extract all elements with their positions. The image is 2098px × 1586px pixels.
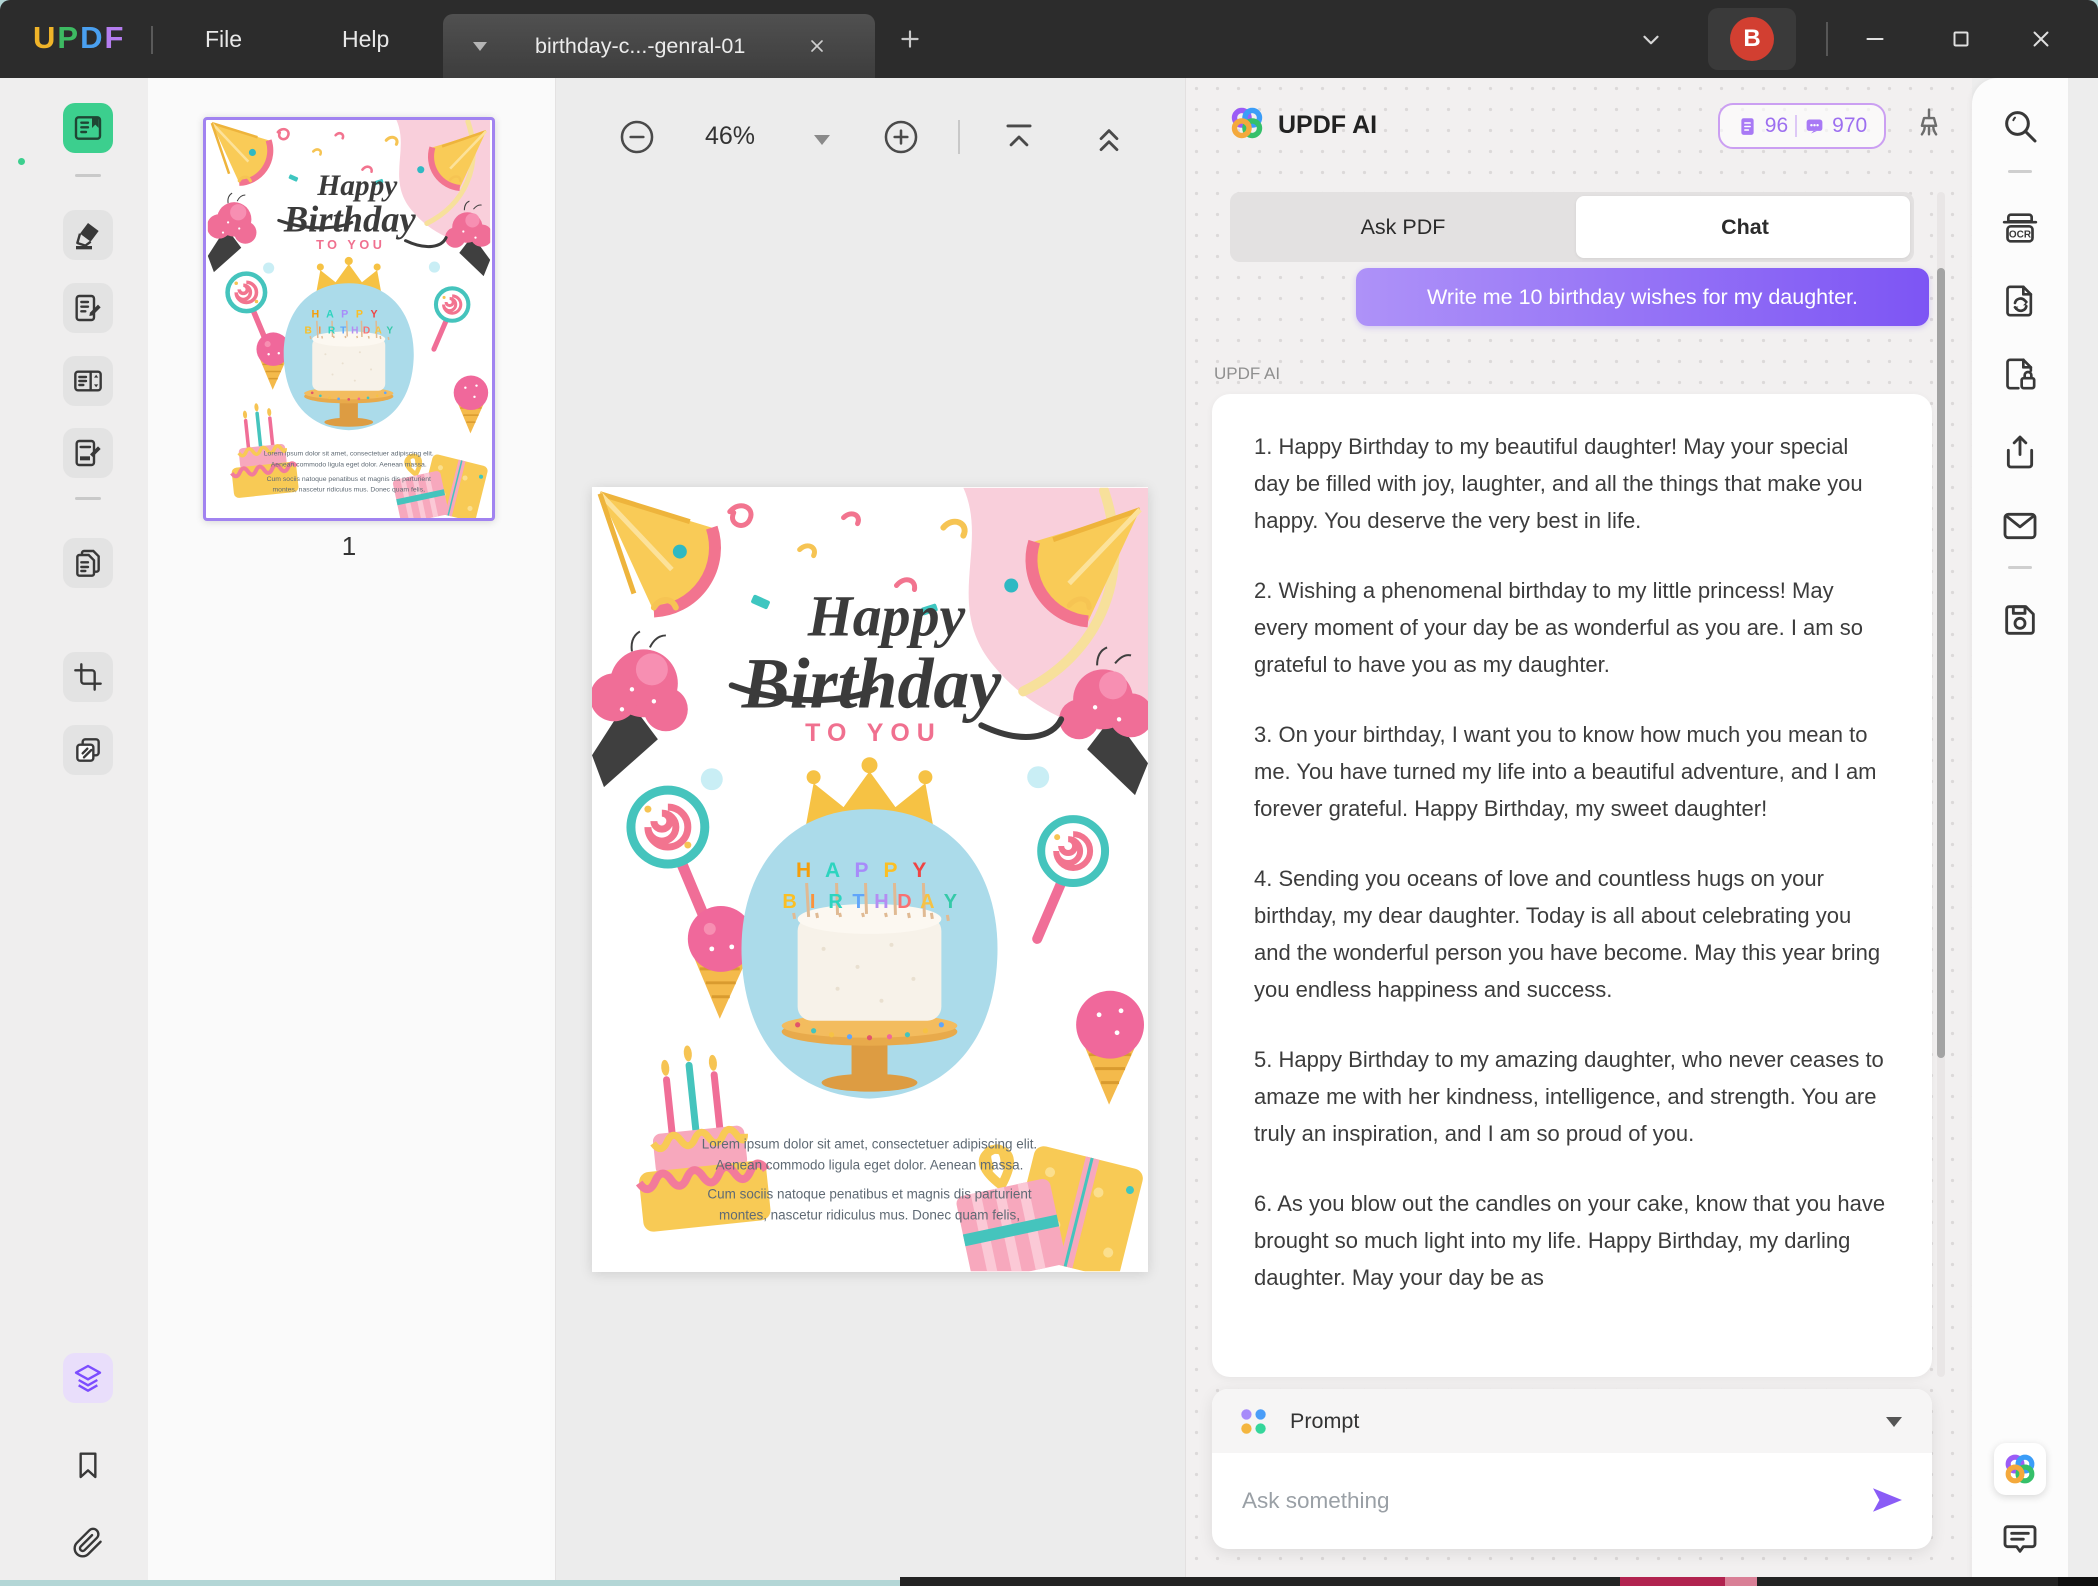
menu-file[interactable]: File [205, 0, 242, 78]
tab-chat[interactable]: Chat [1576, 192, 1914, 262]
title-bar: UPDF File Help birthday-c...-genral-01 B [0, 0, 2098, 78]
search-icon[interactable] [2000, 106, 2040, 146]
send-icon[interactable] [1870, 1485, 1906, 1515]
response-paragraph: 4. Sending you oceans of love and countl… [1254, 860, 1888, 1008]
minimize-button[interactable] [1862, 26, 1888, 52]
taskbar-red-segment [1620, 1577, 1725, 1586]
prompt-selector[interactable]: Prompt [1212, 1389, 1932, 1453]
updf-ai-panel: UPDF AI 96 970 Ask PDF Chat Write me 10 … [1185, 78, 1972, 1580]
updf-app-window: UPDF File Help birthday-c...-genral-01 B [0, 0, 2098, 1586]
badge-divider [1795, 115, 1797, 137]
document-canvas: 46% [556, 78, 1185, 1580]
toolbar-divider [2008, 566, 2032, 569]
protect-pdf-icon[interactable] [2000, 354, 2040, 394]
taskbar-pink-segment [1725, 1577, 1757, 1586]
save-icon[interactable] [2000, 600, 2040, 640]
prompt-dropdown-icon[interactable] [1886, 1417, 1902, 1427]
chat-credits-count: 970 [1832, 114, 1867, 138]
updf-ai-logo-icon [1228, 104, 1266, 142]
ocr-icon[interactable]: OCR [2000, 208, 2040, 248]
background-taskbar-sliver [900, 1577, 2098, 1586]
updf-ai-floating-button[interactable] [1994, 1443, 2046, 1495]
email-icon[interactable] [2000, 506, 2040, 546]
share-icon[interactable] [2000, 432, 2040, 472]
menu-help[interactable]: Help [342, 0, 389, 78]
taskbar-dark-segment [2058, 1577, 2098, 1586]
prompt-apps-icon [1240, 1408, 1267, 1435]
avatar[interactable]: B [1730, 17, 1774, 61]
zoom-in-icon[interactable] [882, 118, 920, 156]
organize-layers-icon[interactable] [63, 1353, 113, 1403]
annotate-note-icon[interactable] [63, 283, 113, 333]
ai-response-text: 1. Happy Birthday to my beautiful daught… [1212, 394, 1932, 1296]
attachment-icon[interactable] [63, 1518, 113, 1568]
prompt-label: Prompt [1290, 1389, 1359, 1453]
response-paragraph: 6. As you blow out the candles on your c… [1254, 1185, 1888, 1296]
pdf-page[interactable] [592, 487, 1148, 1272]
comment-icon[interactable] [2000, 1520, 2040, 1560]
toolbar-divider [75, 497, 101, 500]
ai-response-card: 1. Happy Birthday to my beautiful daught… [1212, 394, 1932, 1377]
toolbar-divider [2008, 170, 2032, 173]
zoom-level[interactable]: 46% [684, 122, 776, 151]
titlebar-divider [151, 26, 153, 54]
response-paragraph: 2. Wishing a phenomenal birthday to my l… [1254, 572, 1888, 683]
maximize-button[interactable] [1948, 26, 1974, 52]
ai-mode-tabs: Ask PDF Chat [1230, 192, 1914, 262]
response-paragraph: 3. On your birthday, I want you to know … [1254, 716, 1888, 827]
prompt-input-card: Prompt [1212, 1389, 1932, 1549]
document-credits-icon [1737, 116, 1758, 137]
toolbar-divider [958, 120, 960, 154]
left-toolbar [0, 78, 148, 1580]
main-area: 1 46% UPDF AI 96 970 [0, 78, 2098, 1580]
tab-ask-pdf[interactable]: Ask PDF [1230, 192, 1576, 262]
chevron-down-icon[interactable] [1638, 27, 1664, 53]
svg-text:OCR: OCR [2009, 230, 2032, 241]
reader-mode-icon[interactable] [63, 103, 113, 153]
page-number-label: 1 [203, 531, 495, 562]
right-toolbar: OCR [1972, 78, 2068, 1580]
tab-close-icon[interactable] [807, 36, 827, 56]
response-paragraph: 1. Happy Birthday to my beautiful daught… [1254, 428, 1888, 539]
document-tab[interactable]: birthday-c...-genral-01 [443, 14, 875, 78]
edit-page-icon[interactable] [63, 428, 113, 478]
titlebar-divider [1826, 22, 1828, 56]
scrollbar-thumb[interactable] [1937, 268, 1945, 1058]
zoom-dropdown-icon[interactable] [814, 135, 830, 145]
thumbnail-panel: 1 [148, 78, 556, 1580]
chat-scrollbar[interactable] [1937, 192, 1945, 1377]
response-paragraph: 5. Happy Birthday to my amazing daughter… [1254, 1041, 1888, 1152]
clear-chat-brush-icon[interactable] [1912, 106, 1946, 140]
chat-credits-icon [1804, 116, 1825, 137]
ask-input[interactable] [1242, 1453, 1842, 1549]
document-credits-count: 96 [1765, 114, 1788, 138]
updf-logo: UPDF [33, 20, 125, 56]
bookmark-icon[interactable] [63, 1440, 113, 1490]
tab-title: birthday-c...-genral-01 [535, 14, 745, 78]
active-indicator-dot [18, 158, 25, 165]
watermark-icon[interactable] [63, 725, 113, 775]
crop-page-icon[interactable] [63, 652, 113, 702]
responder-label: UPDF AI [1214, 364, 1280, 384]
panel-title: UPDF AI [1278, 111, 1377, 140]
credits-badge[interactable]: 96 970 [1718, 103, 1886, 149]
page-thumbnail[interactable] [203, 117, 495, 521]
updf-ai-logo-icon [2002, 1451, 2038, 1487]
close-button[interactable] [2028, 26, 2054, 52]
new-tab-icon[interactable] [897, 26, 923, 52]
convert-pdf-icon[interactable] [2000, 281, 2040, 321]
scroll-to-top-icon[interactable] [1000, 118, 1038, 156]
zoom-out-icon[interactable] [618, 118, 656, 156]
tab-dropdown-icon[interactable] [473, 42, 487, 51]
toolbar-divider [75, 174, 101, 177]
page-up-icon[interactable] [1090, 118, 1128, 156]
account-button[interactable]: B [1708, 8, 1796, 70]
form-field-icon[interactable] [63, 356, 113, 406]
user-message-bubble: Write me 10 birthday wishes for my daugh… [1356, 268, 1929, 326]
highlighter-icon[interactable] [63, 210, 113, 260]
page-copy-icon[interactable] [63, 538, 113, 588]
